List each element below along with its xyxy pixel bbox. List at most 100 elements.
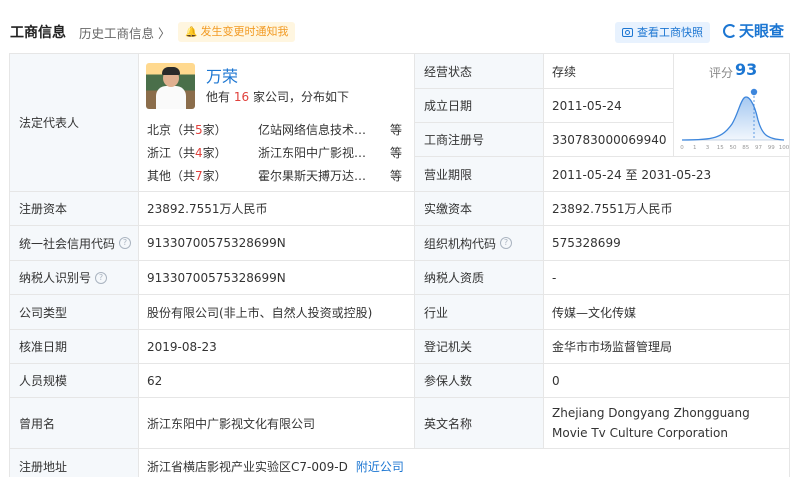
row-label: 核准日期 <box>10 330 139 364</box>
help-icon[interactable]: ? <box>119 237 132 249</box>
row-value: 62 <box>139 364 415 398</box>
score-ticks: 0 1 3 15 50 85 97 99 100 <box>680 145 789 151</box>
notify-label: 发生变更时通知我 <box>200 25 289 38</box>
row-value: 0 <box>544 364 790 398</box>
row-value-text: 浙江东阳中广影视文化有限公司 <box>147 416 316 431</box>
row-label-text: 人员规模 <box>19 374 68 388</box>
founded-label: 成立日期 <box>415 89 544 123</box>
avatar[interactable] <box>146 63 195 109</box>
region-company-link[interactable]: 霍尔果斯天搏万达影... <box>258 167 376 184</box>
row-label-text: 纳税人资质 <box>424 271 485 285</box>
row-label-text: 行业 <box>424 305 449 320</box>
region-beijing[interactable]: 北京（共5家） <box>147 121 227 138</box>
score-panel[interactable]: 评分 93 0 1 3 15 50 85 97 99 100 <box>674 54 790 157</box>
row-label: 人员规模 <box>10 364 139 398</box>
row-label-text: 曾用名 <box>19 416 56 431</box>
row-label: 注册资本 <box>10 192 139 226</box>
snapshot-button[interactable]: 查看工商快照 <box>615 22 710 43</box>
row-value: 575328699 <box>544 226 790 261</box>
row-label-text: 核准日期 <box>19 340 68 354</box>
legal-rep-label: 法定代表人 <box>10 54 139 192</box>
row-label: 公司类型 <box>10 295 139 330</box>
row-value-text: 62 <box>147 373 163 388</box>
row-label-text: 注册资本 <box>19 202 68 216</box>
address-value: 浙江省横店影视产业实验区C7-009-D <box>147 459 348 474</box>
score-marker-dot <box>750 88 758 96</box>
row-label-text: 组织机构代码 <box>424 236 497 251</box>
snapshot-label: 查看工商快照 <box>637 26 703 39</box>
row-value-text: 2019-08-23 <box>147 339 217 354</box>
regno-value: 330783000069940 <box>544 123 674 157</box>
help-icon[interactable]: ? <box>500 237 513 249</box>
row-label: 参保人数 <box>415 364 544 398</box>
row-value: - <box>544 261 790 295</box>
score-distribution-chart: 0 1 3 15 50 85 97 99 100 <box>680 88 790 151</box>
region-zhejiang[interactable]: 浙江（共4家） <box>147 144 227 161</box>
row-value: 浙江东阳中广影视文化有限公司 <box>139 398 415 449</box>
row-value-text: 23892.7551万人民币 <box>552 202 673 216</box>
score-tick-label: 100 <box>779 145 790 151</box>
row-label: 纳税人资质 <box>415 261 544 295</box>
section-header: 工商信息 历史工商信息 〉 🔔 发生变更时通知我 查看工商快照 天眼查 <box>0 0 800 48</box>
term-label: 营业期限 <box>415 157 544 192</box>
row-value: 金华市市场监督管理局 <box>544 330 790 364</box>
camera-icon <box>622 28 633 37</box>
row-value: 传媒—文化传媒 <box>544 295 790 330</box>
chart-area <box>682 96 784 140</box>
region-other[interactable]: 其他（共7家） <box>147 167 227 184</box>
status-label: 经营状态 <box>415 54 544 89</box>
help-icon[interactable]: ? <box>95 271 108 284</box>
row-value-text: 575328699 <box>552 236 621 250</box>
notify-button[interactable]: 🔔 发生变更时通知我 <box>178 22 296 42</box>
row-value-text: - <box>552 270 557 285</box>
row-value-text: 91330700575328699N <box>147 270 286 285</box>
regno-label: 工商注册号 <box>415 123 544 157</box>
address-cell: 浙江省横店影视产业实验区C7-009-D 附近公司 <box>139 449 790 477</box>
region-more: 等 <box>390 123 403 137</box>
row-value: 股份有限公司(非上市、自然人投资或控股) <box>139 295 415 330</box>
score-tick-label: 97 <box>755 145 762 151</box>
section-title: 工商信息 <box>10 25 66 41</box>
history-link[interactable]: 历史工商信息 〉 <box>79 23 170 42</box>
row-label: 英文名称 <box>415 398 544 449</box>
score-tick-label: 99 <box>768 145 775 151</box>
row-label-text: 公司类型 <box>19 305 68 320</box>
logo-text: 天眼查 <box>739 22 785 40</box>
nearby-companies-link[interactable]: 附近公司 <box>356 458 404 475</box>
region-company-link[interactable]: 亿站网络信息技术（... <box>258 121 376 138</box>
region-company-link[interactable]: 浙江东阳中广影视文... <box>258 144 376 161</box>
legal-rep-summary: 他有 16 家公司，分布如下 <box>206 90 349 104</box>
row-label: 登记机关 <box>415 330 544 364</box>
legal-rep-cell: 万荣 他有 16 家公司，分布如下 北京（共5家） 亿站网络信息技术（... 等… <box>139 54 415 192</box>
row-label-text: 统一社会信用代码 <box>19 236 116 251</box>
score-tick-label: 0 <box>680 145 684 151</box>
row-value-text: 传媒—文化传媒 <box>552 305 637 320</box>
row-value: 91330700575328699N <box>139 261 415 295</box>
legal-rep-name[interactable]: 万荣 <box>206 63 238 87</box>
row-label: 实缴资本 <box>415 192 544 226</box>
row-label: 纳税人识别号? <box>10 261 139 295</box>
row-value-text: 91330700575328699N <box>147 236 286 250</box>
tianyancha-logo: 天眼查 <box>723 20 784 41</box>
score-tick-label: 1 <box>693 145 697 151</box>
logo-icon <box>723 24 737 38</box>
term-value: 2011-05-24 至 2031-05-23 <box>544 157 790 192</box>
score-tick-label: 15 <box>717 145 724 151</box>
row-value: Zhejiang Dongyang Zhongguang Movie Tv Cu… <box>544 398 790 449</box>
row-value-text: 0 <box>552 373 560 388</box>
row-value: 2019-08-23 <box>139 330 415 364</box>
row-value-text: 股份有限公司(非上市、自然人投资或控股) <box>147 305 373 320</box>
row-label: 统一社会信用代码? <box>10 226 139 261</box>
row-value-text: Zhejiang Dongyang Zhongguang Movie Tv Cu… <box>552 406 750 440</box>
business-info-table: 法定代表人 万荣 他有 16 家公司，分布如下 北京（共5家） 亿站网络信息技术… <box>9 53 790 477</box>
status-value: 存续 <box>544 54 674 89</box>
row-label: 曾用名 <box>10 398 139 449</box>
founded-value: 2011-05-24 <box>544 89 674 123</box>
row-label: 行业 <box>415 295 544 330</box>
region-more: 等 <box>390 169 403 183</box>
score-tick-label: 85 <box>742 145 749 151</box>
region-more: 等 <box>390 146 403 160</box>
row-label: 组织机构代码? <box>415 226 544 261</box>
row-label-text: 纳税人识别号 <box>19 271 92 285</box>
row-value-text: 23892.7551万人民币 <box>147 202 268 216</box>
